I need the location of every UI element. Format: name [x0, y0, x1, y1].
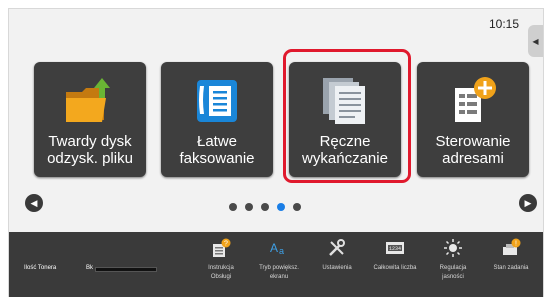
- previous-page-button[interactable]: ◀: [25, 194, 43, 212]
- bottom-bar: Ilość Tonera Bk ? Instrukcja Obsługi A a…: [9, 232, 543, 297]
- next-page-button[interactable]: ▶: [519, 194, 537, 212]
- zoom-mode-button[interactable]: A a Tryb powiększ. ekranu: [257, 238, 301, 282]
- bottom-item-label: Całkowita liczba: [373, 265, 417, 271]
- tile-easy-fax[interactable]: Łatwe faksowanie: [161, 62, 273, 177]
- svg-text:!: !: [515, 241, 517, 248]
- svg-text:?: ?: [224, 241, 228, 248]
- tile-label-line2: adresami: [442, 150, 504, 167]
- svg-text:A: A: [270, 241, 278, 255]
- job-status-icon: !: [503, 238, 521, 255]
- page-dot[interactable]: [261, 203, 269, 211]
- page-indicator: [229, 203, 301, 213]
- home-screen: 10:15 ◀ Twardy dysk odzysk. pliku Łatwe …: [8, 8, 544, 297]
- total-count-button[interactable]: 1234 Całkowita liczba: [373, 238, 417, 273]
- svg-text:1234: 1234: [389, 246, 401, 252]
- brightness-button[interactable]: Regulacja jasności: [431, 238, 475, 282]
- toner-color-label: Bk: [86, 265, 94, 271]
- counter-icon: 1234: [386, 242, 404, 254]
- tools-icon: [329, 239, 345, 256]
- bottom-item-label: Ustawienia: [322, 265, 352, 271]
- page-dot[interactable]: [293, 203, 301, 211]
- page-dot[interactable]: [245, 203, 253, 211]
- job-status-button[interactable]: ! Stan zadania: [489, 238, 533, 273]
- bottom-item-label: Stan zadania: [493, 265, 529, 271]
- bottom-item-label: Tryb powiększ. ekranu: [259, 265, 299, 280]
- tile-label-line2: faksowanie: [179, 150, 255, 167]
- folder-upload-icon: [66, 78, 110, 122]
- toner-level-fill: [96, 268, 156, 271]
- chevron-left-icon: ◀: [532, 36, 539, 46]
- address-add-icon: [455, 77, 496, 122]
- tile-label-line1: Sterowanie: [435, 133, 511, 150]
- settings-button[interactable]: Ustawienia: [315, 238, 359, 273]
- toner-label: Ilość Tonera: [24, 265, 57, 271]
- bottom-item-label: Instrukcja Obsługi: [208, 265, 234, 280]
- page-dot-active[interactable]: [277, 203, 285, 211]
- tile-label-line2: odzysk. pliku: [47, 150, 133, 167]
- svg-text:a: a: [279, 246, 284, 256]
- selection-highlight: [283, 49, 411, 183]
- fax-phone-icon: [197, 80, 237, 122]
- bottom-item-label: Regulacja jasności: [439, 265, 467, 280]
- zoom-text-icon: A a: [270, 241, 284, 256]
- page-dot[interactable]: [229, 203, 237, 211]
- operation-manual-button[interactable]: ? Instrukcja Obsługi: [199, 238, 243, 282]
- tile-label-line1: Twardy dysk: [48, 133, 132, 150]
- tile-address-control[interactable]: Sterowanie adresami: [417, 62, 529, 177]
- tile-label-line1: Łatwe: [196, 133, 238, 150]
- clock: 10:15: [488, 17, 519, 31]
- arrow-left-icon: ◀: [30, 197, 38, 208]
- tile-hard-disk-retrieve[interactable]: Twardy dysk odzysk. pliku: [34, 62, 146, 177]
- brightness-icon: [444, 239, 462, 257]
- toner-level-bar: [95, 267, 157, 272]
- arrow-right-icon: ▶: [524, 197, 532, 208]
- side-panel-tab[interactable]: ◀: [528, 25, 543, 57]
- manual-icon: ?: [213, 238, 231, 257]
